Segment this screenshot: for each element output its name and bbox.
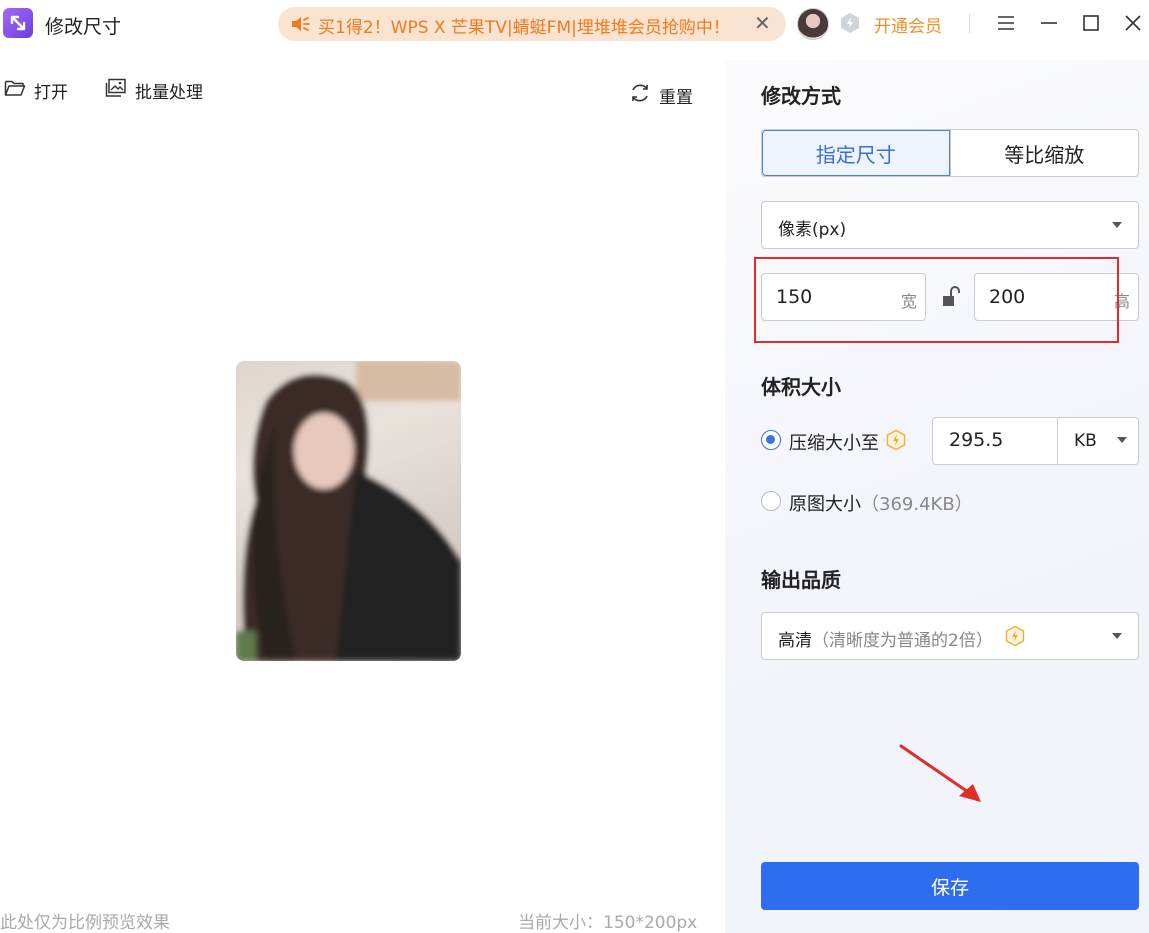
annotation-arrow-icon — [897, 742, 987, 810]
original-label-text: 原图大小 — [789, 494, 861, 515]
maximize-icon[interactable] — [1078, 10, 1104, 36]
image-icon — [105, 78, 127, 103]
annotation-highlight-box — [754, 257, 1119, 343]
open-vip-link[interactable]: 开通会员 — [874, 12, 942, 37]
compress-size-value: 295.5 — [949, 429, 1004, 451]
promo-close-icon[interactable]: ✕ — [754, 11, 771, 35]
preview-image — [236, 361, 461, 661]
reset-label: 重置 — [659, 88, 693, 108]
unit-select[interactable]: 像素(px) — [761, 201, 1139, 249]
reset-button[interactable]: 重置 — [629, 82, 693, 109]
divider — [969, 13, 970, 33]
tab-specified-size[interactable]: 指定尺寸 — [762, 130, 950, 176]
title-bar: 修改尺寸 买1得2！WPS X 芒果TV|蜻蜓FM|埋堆堆会员抢购中！ ✕ 开通… — [0, 0, 1149, 46]
size-section-title: 体积大小 — [761, 375, 841, 399]
dropdown-arrow-icon — [1112, 222, 1122, 228]
preview-pane: 打开 批量处理 重置 此处仅为比例预览效果 当前大小：150*200px — [0, 60, 725, 933]
preview-note: 此处仅为比例预览效果 — [0, 913, 170, 933]
compress-label[interactable]: 压缩大小至 — [789, 429, 879, 455]
open-button[interactable]: 打开 — [4, 78, 68, 103]
close-icon[interactable] — [1120, 10, 1146, 36]
refresh-icon — [629, 82, 651, 109]
batch-process-button[interactable]: 批量处理 — [105, 78, 203, 103]
app-title: 修改尺寸 — [45, 16, 122, 38]
menu-icon[interactable] — [993, 10, 1019, 36]
quality-note: （清晰度为普通的2倍） — [812, 631, 993, 651]
vip-badge-icon — [838, 11, 862, 39]
quality-select-value: 高清（清晰度为普通的2倍） — [778, 626, 993, 651]
size-unit-select[interactable]: KB — [1057, 418, 1139, 464]
avatar[interactable] — [797, 8, 829, 40]
batch-label: 批量处理 — [135, 83, 203, 103]
app-logo-icon — [3, 8, 33, 38]
settings-pane: 修改方式 指定尺寸 等比缩放 像素(px) 150 宽 200 高 体积大小 压… — [725, 60, 1149, 933]
folder-icon — [4, 78, 26, 103]
tab-proportional-scale[interactable]: 等比缩放 — [949, 130, 1139, 176]
promo-text: 买1得2！WPS X 芒果TV|蜻蜓FM|埋堆堆会员抢购中！ — [318, 18, 730, 38]
speaker-icon — [290, 14, 312, 38]
mode-section-title: 修改方式 — [761, 84, 841, 108]
compress-size-input[interactable]: 295.5 KB — [932, 417, 1139, 465]
dropdown-arrow-icon — [1112, 633, 1122, 639]
original-size-radio[interactable] — [761, 491, 781, 511]
original-size-value: （369.4KB） — [861, 494, 973, 515]
size-unit-value: KB — [1074, 431, 1097, 451]
dropdown-arrow-icon — [1117, 437, 1127, 443]
open-label: 打开 — [34, 83, 68, 103]
save-button[interactable]: 保存 — [761, 862, 1139, 910]
quality-section-title: 输出品质 — [761, 568, 841, 592]
current-size: 当前大小：150*200px — [518, 913, 698, 933]
compress-radio[interactable] — [761, 430, 781, 450]
original-size-label[interactable]: 原图大小（369.4KB） — [789, 490, 973, 516]
vip-lightning-icon — [885, 429, 907, 455]
minimize-icon[interactable] — [1036, 10, 1062, 36]
unit-select-value: 像素(px) — [778, 220, 847, 240]
quality-select[interactable]: 高清（清晰度为普通的2倍） — [761, 612, 1139, 660]
vip-lightning-icon — [1004, 625, 1026, 651]
quality-value: 高清 — [778, 631, 812, 651]
mode-segmented-control: 指定尺寸 等比缩放 — [761, 129, 1139, 177]
promo-banner[interactable]: 买1得2！WPS X 芒果TV|蜻蜓FM|埋堆堆会员抢购中！ ✕ — [278, 7, 786, 41]
